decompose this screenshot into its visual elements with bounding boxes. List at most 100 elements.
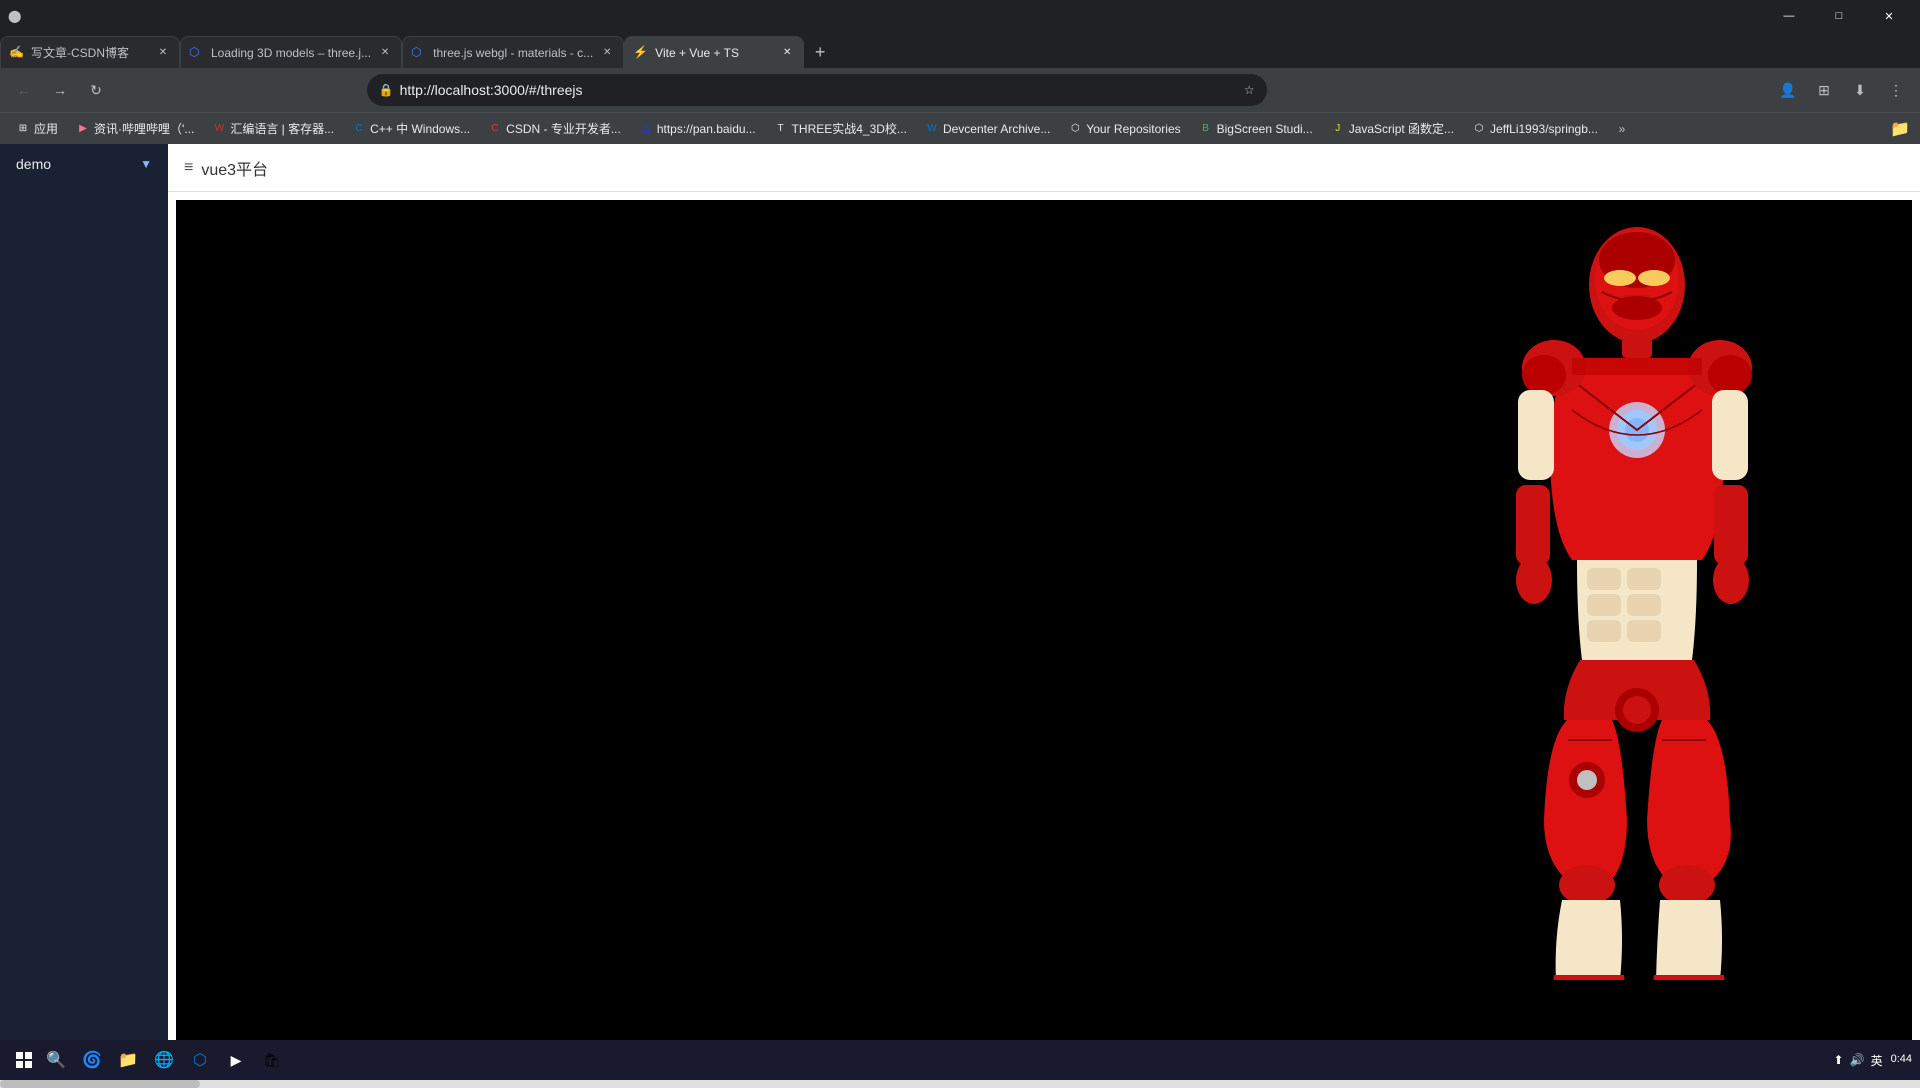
page-title-area: ≡ vue3平台	[184, 156, 268, 180]
scrollbar-thumb[interactable]	[0, 1080, 200, 1088]
download-icon[interactable]: ⬇	[1844, 74, 1876, 106]
bookmark-huibian-label: 汇编语言 | 客存器...	[230, 120, 334, 137]
bookmark-bilibili[interactable]: ▶ 资讯·哔哩哔哩（'...	[68, 117, 202, 141]
content-area: ≡ vue3平台	[168, 144, 1920, 1080]
tab-close-loading3d[interactable]: ✕	[377, 45, 393, 61]
taskbar-search[interactable]: 🔍	[40, 1044, 72, 1076]
close-button[interactable]: ✕	[1866, 0, 1912, 32]
browser-chrome: ⬤ — □ ✕ ✍ 写文章-CSDN博客 ✕ ⬡ Loading 3D mode…	[0, 0, 1920, 144]
bookmark-huibian[interactable]: W 汇编语言 | 客存器...	[204, 117, 342, 141]
refresh-button[interactable]: ↻	[80, 74, 112, 106]
sidebar-arrow-icon: ▼	[140, 157, 152, 171]
bookmark-bigscreen[interactable]: B BigScreen Studi...	[1191, 117, 1321, 141]
baidu-favicon: 百	[639, 122, 653, 136]
taskbar-explorer[interactable]: 📁	[112, 1044, 144, 1076]
windows-logo-icon	[16, 1052, 32, 1068]
maximize-button[interactable]: □	[1816, 0, 1862, 32]
bookmark-javascript[interactable]: J JavaScript 函数定...	[1323, 117, 1462, 141]
tab-close-webgl[interactable]: ✕	[599, 45, 615, 61]
taskbar-clock[interactable]: 0:44	[1891, 1052, 1912, 1067]
address-bar: ← → ↻ 🔒 http://localhost:3000/#/threejs …	[0, 68, 1920, 112]
volume-icon[interactable]: 🔊	[1850, 1053, 1865, 1067]
bookmark-cpp[interactable]: C C++ 中 Windows...	[344, 117, 478, 141]
bookmarks-folder-button[interactable]: 📁	[1888, 117, 1912, 141]
bookmark-devcenter-label: Devcenter Archive...	[943, 122, 1050, 136]
taskbar-cortana[interactable]: 🌀	[76, 1044, 108, 1076]
tab-loading3d[interactable]: ⬡ Loading 3D models – three.j... ✕	[180, 36, 402, 68]
start-button[interactable]	[8, 1044, 40, 1076]
new-tab-button[interactable]: +	[804, 36, 836, 68]
forward-button[interactable]: →	[44, 74, 76, 106]
ironman-model	[1472, 220, 1792, 980]
page-header: ≡ vue3平台	[168, 144, 1920, 192]
horizontal-scrollbar[interactable]	[0, 1080, 1920, 1088]
3d-viewport[interactable]	[176, 200, 1912, 1072]
window-controls: — □ ✕	[1766, 0, 1912, 32]
tab-favicon-vite: ⚡	[633, 45, 649, 61]
tab-webgl[interactable]: ⬡ three.js webgl - materials - c... ✕	[402, 36, 624, 68]
url-text: http://localhost:3000/#/threejs	[400, 82, 1238, 98]
settings-icon[interactable]: ⋮	[1880, 74, 1912, 106]
ironman-svg	[1472, 220, 1792, 980]
tab-csdn[interactable]: ✍ 写文章-CSDN博客 ✕	[0, 36, 180, 68]
star-icon[interactable]: ☆	[1244, 83, 1255, 97]
bookmarks-bar: ⊞ 应用 ▶ 资讯·哔哩哔哩（'... W 汇编语言 | 客存器... C C+…	[0, 112, 1920, 144]
bookmark-csdn-label: CSDN - 专业开发者...	[506, 120, 621, 137]
tab-favicon-csdn: ✍	[9, 45, 25, 61]
tab-title-vite: Vite + Vue + TS	[655, 46, 773, 60]
sidebar-header[interactable]: demo ▼	[0, 144, 168, 184]
bookmark-devcenter[interactable]: W Devcenter Archive...	[917, 117, 1058, 141]
apps-favicon: ⊞	[16, 122, 30, 136]
bookmark-jeffli[interactable]: ⬡ JeffLi1993/springb...	[1464, 117, 1606, 141]
tab-close-csdn[interactable]: ✕	[155, 45, 171, 61]
cpp-favicon: C	[352, 122, 366, 136]
hamburger-icon: ≡	[184, 159, 193, 177]
devcenter-favicon: W	[925, 122, 939, 136]
profile-icon[interactable]: 👤	[1772, 74, 1804, 106]
taskbar: 🔍 🌀 📁 🌐 ⬡ ▶ 🛍 ⬆ 🔊 英 0:44	[0, 1040, 1920, 1080]
app-container: demo ▼ ≡ vue3平台	[0, 144, 1920, 1080]
bookmark-baidu-label: https://pan.baidu...	[657, 122, 756, 136]
bookmark-apps-label: 应用	[34, 120, 58, 137]
sidebar: demo ▼	[0, 144, 168, 1080]
language-indicator[interactable]: 英	[1871, 1052, 1883, 1069]
taskbar-store[interactable]: 🛍	[256, 1044, 288, 1076]
back-button[interactable]: ←	[8, 74, 40, 106]
bookmark-three-label: THREE实战4_3D校...	[792, 120, 907, 137]
bookmarks-overflow-button[interactable]: »	[1610, 117, 1634, 141]
bilibili-favicon: ▶	[76, 122, 90, 136]
tab-title-loading3d: Loading 3D models – three.j...	[211, 46, 371, 60]
jeffli-favicon: ⬡	[1472, 122, 1486, 136]
tab-close-vite[interactable]: ✕	[779, 45, 795, 61]
javascript-favicon: J	[1331, 122, 1345, 136]
system-tray: ⬆ 🔊 英	[1834, 1052, 1883, 1069]
bookmark-apps[interactable]: ⊞ 应用	[8, 117, 66, 141]
minimize-button[interactable]: —	[1766, 0, 1812, 32]
bookmark-three[interactable]: T THREE实战4_3D校...	[766, 117, 915, 141]
tab-favicon-webgl: ⬡	[411, 45, 427, 61]
bookmark-csdn[interactable]: C CSDN - 专业开发者...	[480, 117, 629, 141]
network-icon[interactable]: ⬆	[1834, 1053, 1844, 1067]
taskbar-items: 🔍 🌀 📁 🌐 ⬡ ▶ 🛍	[40, 1044, 288, 1076]
tab-vite[interactable]: ⚡ Vite + Vue + TS ✕	[624, 36, 804, 68]
taskbar-terminal[interactable]: ▶	[220, 1044, 252, 1076]
browser-logo: ⬤	[8, 9, 21, 23]
csdn-favicon: C	[488, 122, 502, 136]
tab-title-webgl: three.js webgl - materials - c...	[433, 46, 593, 60]
bookmark-baidu[interactable]: 百 https://pan.baidu...	[631, 117, 764, 141]
bookmark-bigscreen-label: BigScreen Studi...	[1217, 122, 1313, 136]
extensions-icon[interactable]: ⊞	[1808, 74, 1840, 106]
page-title: vue3平台	[201, 156, 268, 180]
bookmark-bilibili-label: 资讯·哔哩哔哩（'...	[94, 120, 194, 137]
three-favicon: T	[774, 122, 788, 136]
tab-favicon-loading3d: ⬡	[189, 45, 205, 61]
url-bar[interactable]: 🔒 http://localhost:3000/#/threejs ☆	[367, 74, 1267, 106]
sidebar-title: demo	[16, 156, 51, 172]
time-display: 0:44	[1891, 1052, 1912, 1067]
tab-title-csdn: 写文章-CSDN博客	[31, 44, 149, 61]
taskbar-code[interactable]: ⬡	[184, 1044, 216, 1076]
bookmark-github-repos[interactable]: ⬡ Your Repositories	[1060, 117, 1188, 141]
bookmark-github-repos-label: Your Repositories	[1086, 122, 1180, 136]
bigscreen-favicon: B	[1199, 122, 1213, 136]
taskbar-chrome[interactable]: 🌐	[148, 1044, 180, 1076]
